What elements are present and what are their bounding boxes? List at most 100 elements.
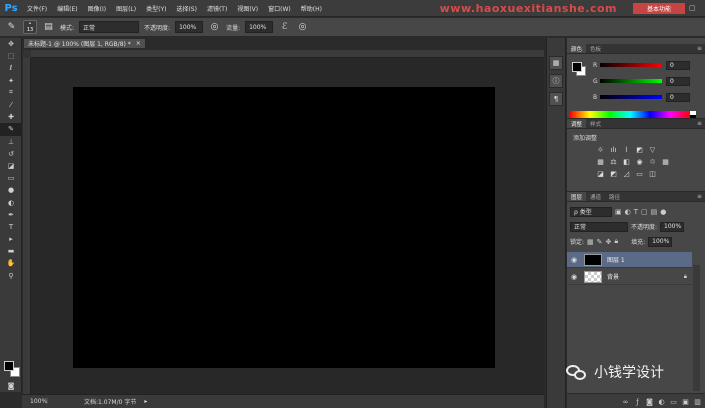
tab-styles[interactable]: 样式 (586, 119, 605, 128)
hue-saturation-icon[interactable]: ▦ (595, 157, 606, 167)
exposure-icon[interactable]: ◩ (634, 145, 645, 155)
pressure-size-icon[interactable]: ◎ (296, 21, 309, 34)
blur-tool-icon[interactable]: ● (0, 184, 22, 196)
tab-swatches[interactable]: 色板 (586, 44, 605, 53)
levels-icon[interactable]: ılı (608, 145, 619, 155)
lock-position-icon[interactable]: ✥ (606, 238, 612, 246)
blue-track[interactable] (600, 95, 662, 99)
filter-pixel-icon[interactable]: ▣ (615, 208, 622, 216)
shape-tool-icon[interactable]: ▬ (0, 245, 22, 257)
menu-filter[interactable]: 滤镜(T) (202, 4, 232, 13)
eyedropper-tool-icon[interactable]: ⁄ (0, 99, 22, 111)
add-mask-icon[interactable]: ◙ (645, 397, 654, 406)
window-controls[interactable]: ▢ (689, 4, 703, 13)
selective-color-icon[interactable]: ◫ (647, 169, 658, 179)
filter-toggle-icon[interactable]: ● (660, 208, 666, 216)
panel-menu-icon[interactable]: ≡ (697, 45, 702, 52)
document-tab[interactable]: 未标题-1 @ 100% (图层 1, RGB/8) * × (23, 38, 146, 49)
lock-pixels-icon[interactable]: ✎ (597, 238, 603, 246)
blue-value[interactable]: 0 (666, 92, 690, 102)
menu-window[interactable]: 窗口(W) (263, 4, 296, 13)
layer-filter-select[interactable]: ρ 类型 (570, 206, 612, 217)
posterize-icon[interactable]: ◩ (608, 169, 619, 179)
filter-shape-icon[interactable]: ▢ (641, 208, 648, 216)
new-adjustment-icon[interactable]: ◐ (657, 397, 666, 406)
layer-row[interactable]: ◉ 背景 🔒︎ (567, 269, 692, 285)
brush-size-picker[interactable]: • 13 (23, 20, 37, 34)
crop-tool-icon[interactable]: ⌗ (0, 87, 22, 99)
green-track[interactable] (600, 79, 662, 83)
document-canvas[interactable] (73, 87, 495, 368)
eraser-tool-icon[interactable]: ◪ (0, 160, 22, 172)
menu-type[interactable]: 类型(Y) (141, 4, 171, 13)
brightness-contrast-icon[interactable]: ☼ (595, 145, 606, 155)
invert-icon[interactable]: ◪ (595, 169, 606, 179)
red-track[interactable] (600, 63, 662, 67)
blend-mode-select[interactable]: 正常 (570, 221, 628, 232)
color-swatches[interactable] (4, 361, 20, 377)
properties-panel-icon[interactable]: ⓘ (549, 74, 563, 88)
status-menu-icon[interactable]: ▸ (144, 398, 147, 405)
channel-mixer-icon[interactable]: ♲ (647, 157, 658, 167)
color-balance-icon[interactable]: ⚖ (608, 157, 619, 167)
dodge-tool-icon[interactable]: ◐ (0, 196, 22, 208)
layer-row[interactable]: ◉ 图层 1 (567, 252, 692, 268)
move-tool-icon[interactable]: ✥ (0, 38, 22, 50)
character-panel-icon[interactable]: ¶ (549, 92, 563, 106)
layer-style-icon[interactable]: ƒ (633, 397, 642, 406)
lock-all-icon[interactable]: 🔒︎ (614, 237, 618, 246)
red-value[interactable]: 0 (666, 60, 690, 70)
marquee-tool-icon[interactable]: ⬚ (0, 50, 22, 62)
menu-edit[interactable]: 编辑(E) (52, 4, 82, 13)
tab-adjustments[interactable]: 调整 (567, 119, 587, 128)
quick-mask-icon[interactable]: ◙ (0, 380, 22, 392)
flow-input[interactable]: 100% (245, 21, 274, 33)
opacity-input[interactable]: 100% (175, 21, 204, 33)
filter-type-icon[interactable]: T (634, 208, 638, 216)
color-lookup-icon[interactable]: ▦ (660, 157, 671, 167)
menu-select[interactable]: 选择(S) (171, 4, 202, 13)
blue-slider[interactable]: B 0 (593, 92, 703, 102)
threshold-icon[interactable]: ◿ (621, 169, 632, 179)
lasso-tool-icon[interactable]: ℓ (0, 62, 22, 74)
gradient-map-icon[interactable]: ▭ (634, 169, 645, 179)
tab-color[interactable]: 颜色 (567, 44, 587, 53)
foreground-color-swatch[interactable] (4, 361, 14, 371)
zoom-tool-icon[interactable]: ⚲ (0, 270, 22, 282)
brush-preset-icon[interactable]: ✎ (5, 21, 18, 34)
filter-smart-object-icon[interactable]: ▤ (651, 208, 658, 216)
menu-layer[interactable]: 图层(L) (111, 4, 141, 13)
brush-tool-icon[interactable]: ✎ (0, 123, 22, 136)
curves-icon[interactable]: ⌇ (621, 145, 632, 155)
history-brush-tool-icon[interactable]: ↺ (0, 148, 22, 160)
tab-paths[interactable]: 路径 (605, 192, 624, 201)
new-group-icon[interactable]: ▭ (669, 397, 678, 406)
path-select-tool-icon[interactable]: ▸ (0, 233, 22, 245)
mode-select[interactable]: 正常 (79, 21, 140, 33)
pen-tool-icon[interactable]: ✒ (0, 209, 22, 221)
type-tool-icon[interactable]: T (0, 221, 22, 233)
clone-stamp-tool-icon[interactable]: ⊥ (0, 136, 22, 148)
visibility-eye-icon[interactable]: ◉ (567, 256, 581, 264)
visibility-eye-icon[interactable]: ◉ (567, 273, 581, 281)
fill-input[interactable]: 100% (648, 236, 673, 247)
pressure-opacity-icon[interactable]: ◎ (208, 21, 221, 34)
quick-select-tool-icon[interactable]: ✦ (0, 75, 22, 87)
menu-help[interactable]: 帮助(H) (296, 4, 327, 13)
red-slider[interactable]: R 0 (593, 60, 703, 70)
panel-menu-icon[interactable]: ≡ (697, 120, 702, 127)
panel-menu-icon[interactable]: ≡ (697, 193, 702, 200)
close-tab-icon[interactable]: × (136, 40, 141, 47)
link-layers-icon[interactable]: ∞ (621, 397, 630, 406)
black-white-icon[interactable]: ◧ (621, 157, 632, 167)
menu-image[interactable]: 图像(I) (83, 4, 111, 13)
photo-filter-icon[interactable]: ◉ (634, 157, 645, 167)
tab-channels[interactable]: 通道 (586, 192, 605, 201)
color-panel-foreground-swatch[interactable] (572, 62, 582, 72)
tab-layers[interactable]: 图层 (567, 192, 587, 201)
layer-opacity-input[interactable]: 100% (660, 221, 685, 232)
menu-file[interactable]: 文件(F) (22, 4, 52, 13)
layers-scrollbar[interactable] (693, 265, 700, 391)
delete-layer-icon[interactable]: ▥ (693, 397, 702, 406)
history-panel-icon[interactable]: ▦ (549, 56, 563, 70)
